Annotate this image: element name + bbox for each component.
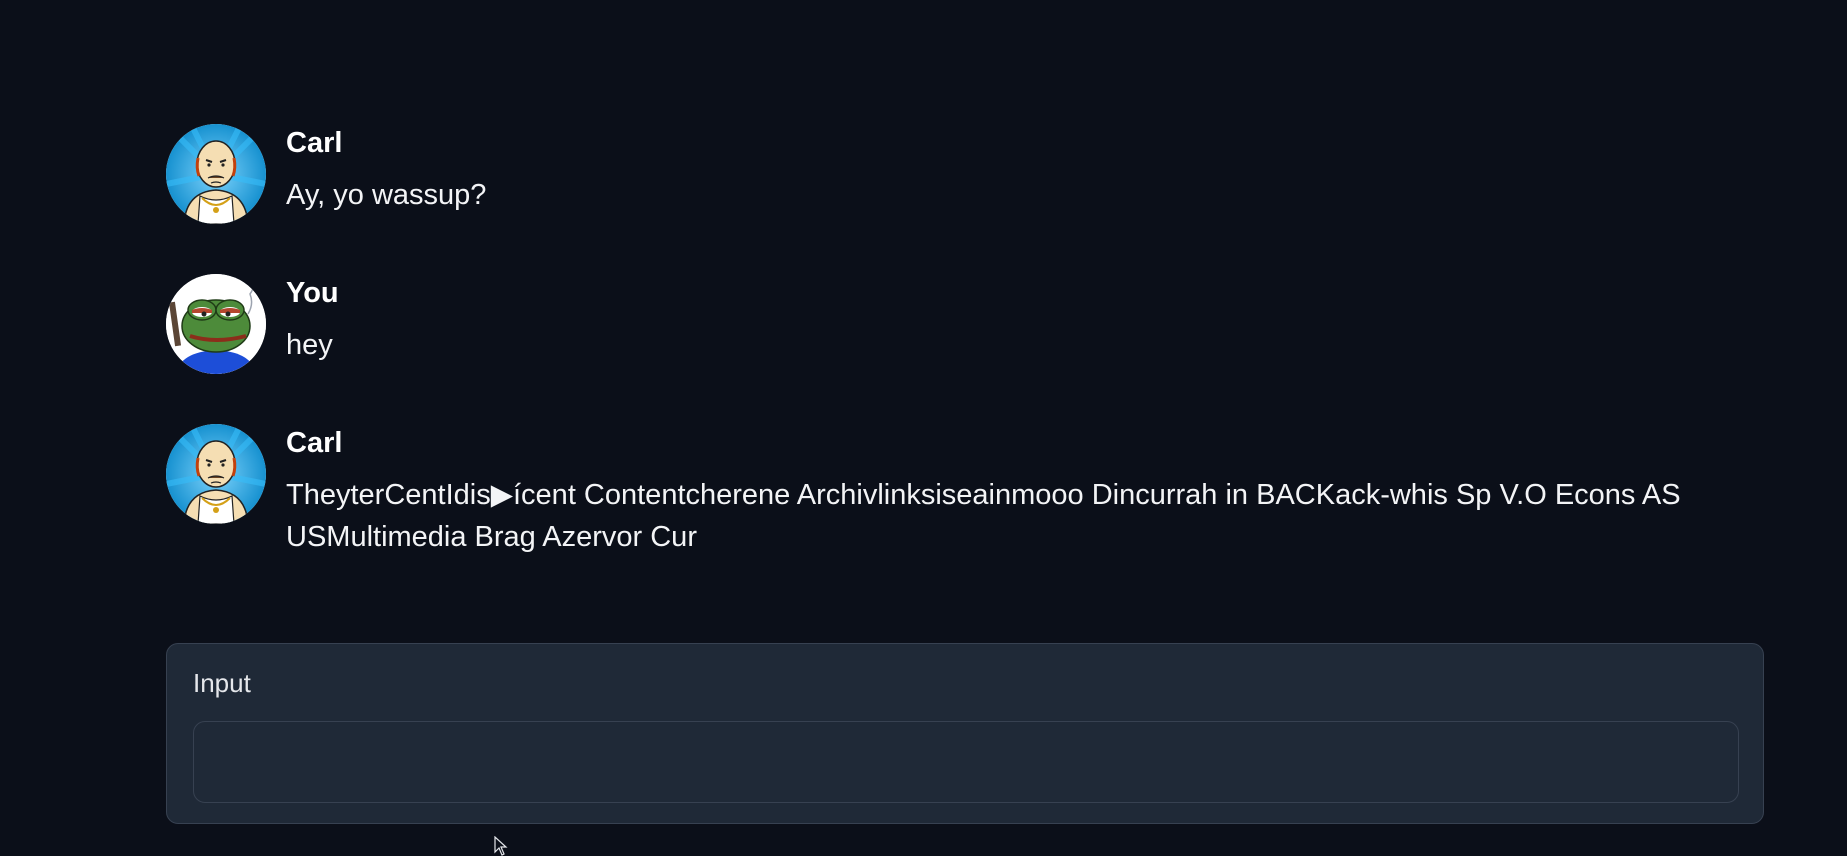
message-content: Carl Ay, yo wassup? xyxy=(286,124,486,216)
message: Carl Ay, yo wassup? xyxy=(166,124,1766,224)
message-sender: Carl xyxy=(286,127,343,159)
message-input[interactable] xyxy=(193,721,1739,803)
input-panel: Input xyxy=(166,643,1764,824)
message-content: Carl TheyterCentIdis▶ícent Contentcheren… xyxy=(286,424,1716,558)
message-text: hey xyxy=(286,329,333,361)
message-content: You hey xyxy=(286,274,339,366)
chat-log: Carl Ay, yo wassup? You hey Carl Theyter… xyxy=(166,124,1766,608)
input-label: Input xyxy=(193,668,251,698)
message-sender: You xyxy=(286,277,339,309)
mouse-pointer-icon xyxy=(494,836,508,856)
message: Carl TheyterCentIdis▶ícent Contentcheren… xyxy=(166,424,1766,558)
message-text: Ay, yo wassup? xyxy=(286,179,487,211)
message-text: TheyterCentIdis▶ícent Contentcherene Arc… xyxy=(286,479,1681,553)
message: You hey xyxy=(166,274,1766,374)
carl-avatar xyxy=(166,424,266,524)
carl-avatar xyxy=(166,124,266,224)
frog-avatar xyxy=(166,274,266,374)
message-sender: Carl xyxy=(286,427,343,459)
